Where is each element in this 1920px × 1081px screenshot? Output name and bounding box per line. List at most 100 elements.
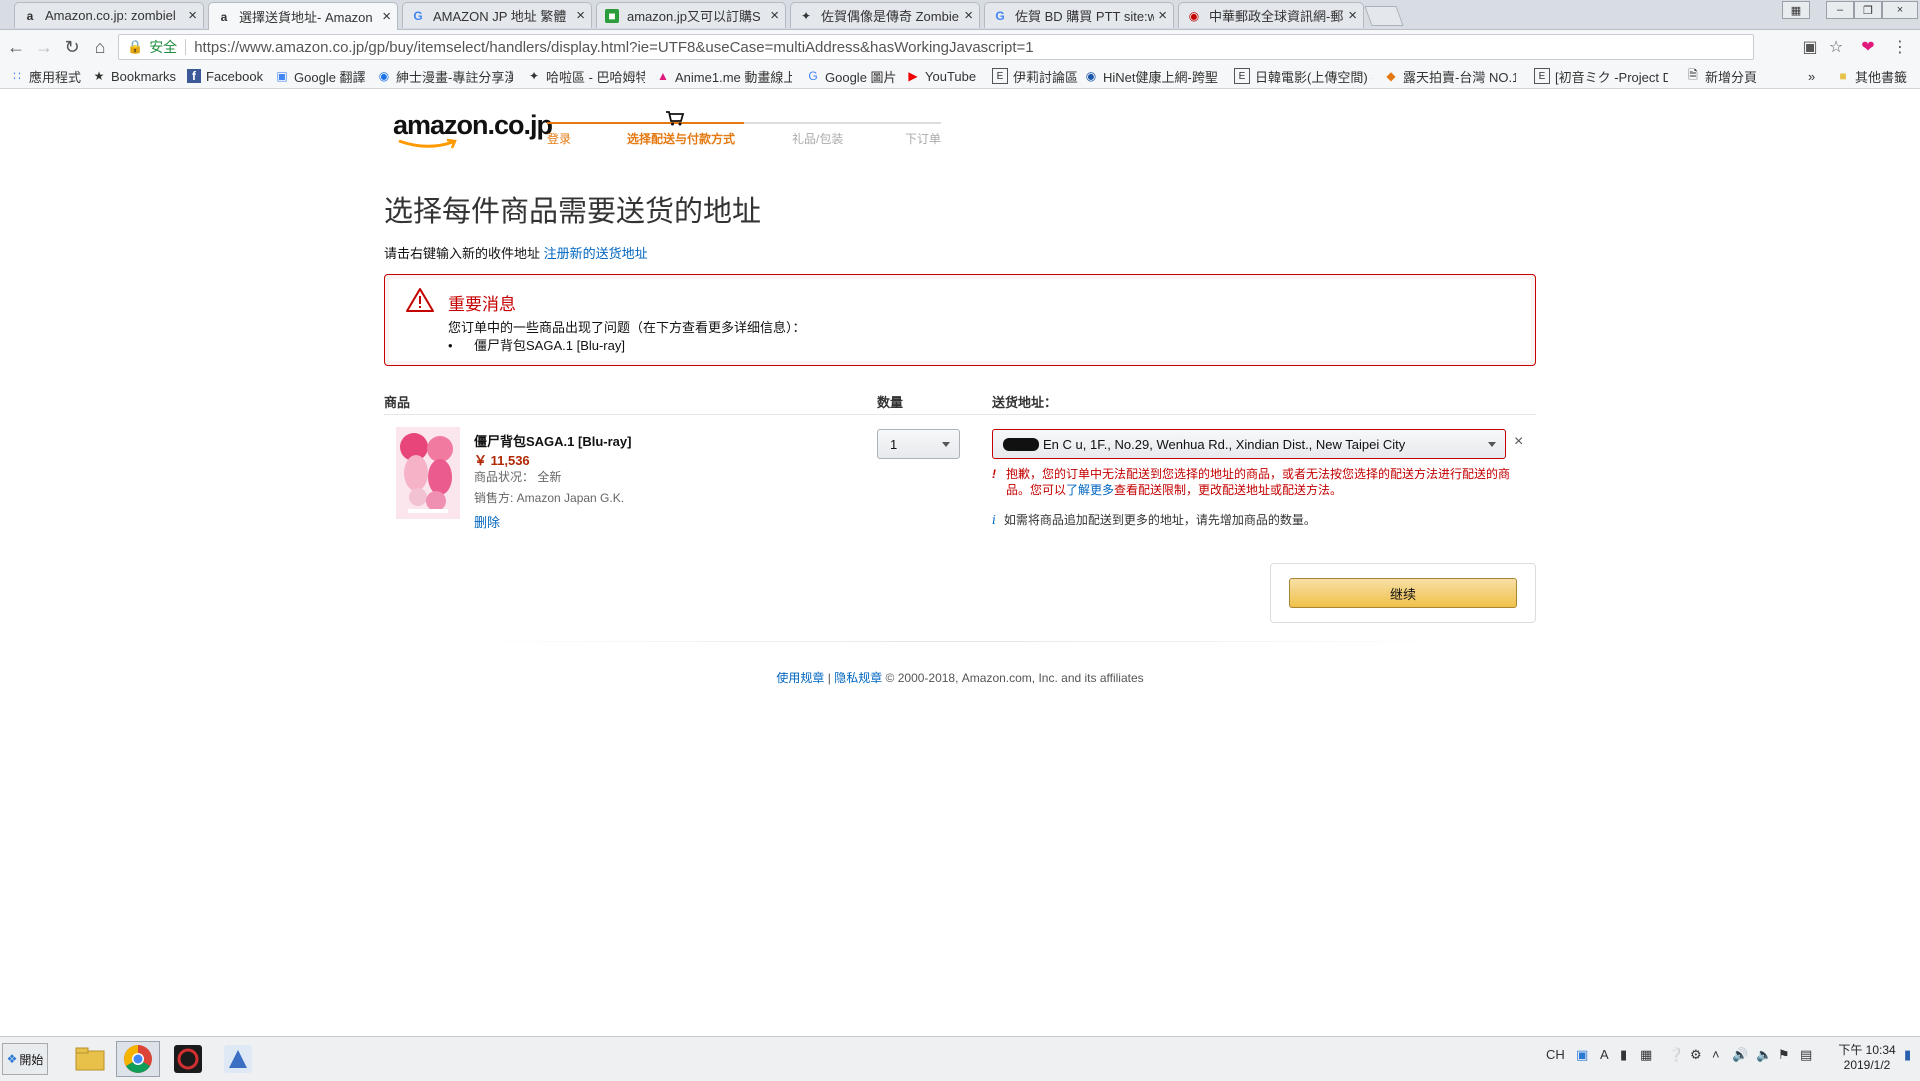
- other-bookmarks[interactable]: ■ 其他書籤: [1836, 67, 1916, 85]
- windows-logo-icon: ❖: [6, 1052, 18, 1066]
- product-image[interactable]: [396, 427, 460, 519]
- continue-button[interactable]: 继续: [1289, 578, 1517, 608]
- menu-icon[interactable]: ⋮: [1890, 37, 1910, 57]
- ime-mode-icon[interactable]: A: [1600, 1047, 1609, 1062]
- speaker-icon[interactable]: 🔈: [1756, 1047, 1772, 1063]
- cart-icon: [665, 110, 685, 131]
- bookmark-bookmarks[interactable]: ★ Bookmarks: [92, 67, 178, 85]
- close-icon[interactable]: ×: [576, 7, 585, 24]
- bookmarks-overflow-button[interactable]: »: [1808, 67, 1822, 85]
- product-condition: 商品状况： 全新: [474, 470, 562, 484]
- restore-button[interactable]: ❐: [1854, 1, 1882, 19]
- network-icon[interactable]: ▤: [1800, 1047, 1812, 1063]
- volume-icon[interactable]: 🔊: [1732, 1047, 1748, 1063]
- help-icon[interactable]: ❔: [1668, 1047, 1684, 1063]
- amazon-icon: a: [26, 8, 34, 23]
- tab-forum[interactable]: ■ amazon.jp又可以訂購S ×: [596, 2, 786, 28]
- chevron-down-icon: [942, 442, 950, 447]
- bookmark-movies[interactable]: E 日韓電影(上傳空間) -: [1234, 67, 1372, 85]
- profile-button[interactable]: ▦: [1782, 1, 1810, 19]
- terms-link[interactable]: 使用规章: [776, 671, 824, 685]
- back-icon[interactable]: ←: [4, 35, 28, 59]
- bookmark-project-diva[interactable]: E [初音ミク -Project DI: [1534, 67, 1668, 85]
- page-icon: 🗎: [1688, 67, 1698, 82]
- column-header-address: 送货地址：: [992, 395, 1058, 410]
- privacy-link[interactable]: 隐私规章: [834, 671, 882, 685]
- register-address-link[interactable]: 注册新的送货地址: [544, 246, 648, 261]
- ime-icon[interactable]: ▣: [1576, 1047, 1588, 1063]
- delete-item-link[interactable]: 删除: [474, 512, 500, 531]
- shipping-address-select[interactable]: En C u, 1F., No.29, Wenhua Rd., Xindian …: [992, 429, 1506, 459]
- amazon-icon: a: [220, 9, 228, 24]
- product-title[interactable]: 僵尸背包SAGA.1 [Blu-ray]: [474, 431, 631, 450]
- new-tab-button[interactable]: [1364, 6, 1404, 26]
- system-clock[interactable]: 下午 10:34 2019/1/2: [1836, 1043, 1898, 1073]
- close-icon[interactable]: ×: [964, 7, 973, 24]
- start-button[interactable]: ❖ 開始: [2, 1043, 48, 1075]
- bookmark-star-icon[interactable]: ☆: [1826, 37, 1846, 57]
- bookmark-youtube[interactable]: ▶ YouTube: [906, 67, 986, 85]
- tab-google-search[interactable]: G AMAZON JP 地址 繁體 ×: [402, 2, 592, 28]
- close-icon[interactable]: ×: [188, 7, 197, 24]
- tab-zombie[interactable]: ✦ 佐賀偶像是傳奇 Zombie ×: [790, 2, 980, 28]
- divider: [460, 641, 1460, 642]
- bookmark-eyny[interactable]: E 伊莉討論區: [992, 67, 1078, 85]
- tray-expand-icon[interactable]: ˄: [1712, 1047, 1720, 1062]
- bookmark-manga[interactable]: ◉ 紳士漫畫-專註分享漢: [377, 67, 513, 85]
- quantity-select[interactable]: 1: [877, 429, 960, 459]
- language-indicator[interactable]: CH: [1546, 1047, 1565, 1062]
- bookmark-ruten[interactable]: ◆ 露天拍賣-台灣 NO.1: [1384, 67, 1516, 85]
- keyboard-icon[interactable]: ▮: [1620, 1047, 1627, 1063]
- windows-taskbar: ❖ 開始 CH ▣ A ▮ ▦ ❔ ⚙ ˄ 🔊 🔈 ⚑ ▤ 下午 10:34 20…: [0, 1036, 1920, 1081]
- bookmark-hinet[interactable]: ◉ HiNet健康上網-跨聖: [1084, 67, 1220, 85]
- column-header-product: 商品: [384, 395, 411, 410]
- tab-google-ptt[interactable]: G 佐賀 BD 購買 PTT site:w ×: [984, 2, 1174, 28]
- youtube-icon: ▶: [908, 69, 918, 83]
- minimize-button[interactable]: –: [1826, 1, 1854, 19]
- reload-icon[interactable]: ↻: [60, 35, 84, 59]
- column-header-quantity: 数量: [877, 395, 904, 410]
- bookmark-google-translate[interactable]: ▣ Google 翻譯: [275, 67, 371, 85]
- window-close-button[interactable]: ×: [1882, 1, 1918, 19]
- tab-post[interactable]: ◉ 中華郵政全球資訊網-郵 ×: [1178, 2, 1364, 28]
- green-site-icon: ■: [605, 8, 619, 23]
- flag-icon[interactable]: ⚑: [1778, 1047, 1790, 1063]
- file-explorer-icon[interactable]: [68, 1041, 112, 1077]
- close-icon[interactable]: ×: [382, 8, 391, 25]
- tab-amazon-address[interactable]: a 選擇送貨地址- Amazon ×: [208, 2, 398, 30]
- step-place-order: 下订单: [905, 132, 942, 146]
- browser-tab-strip: a Amazon.co.jp: zombiel × a 選擇送貨地址- Amaz…: [0, 0, 1920, 30]
- hinet-icon: ◉: [1085, 69, 1097, 83]
- remove-address-icon[interactable]: ×: [1514, 433, 1523, 451]
- bookmark-anime1[interactable]: ▲ Anime1.me 動畫線上: [656, 67, 792, 85]
- translate-icon[interactable]: ▣: [1800, 37, 1820, 57]
- game-launcher-icon[interactable]: [166, 1041, 210, 1077]
- app-icon[interactable]: [216, 1041, 260, 1077]
- close-icon[interactable]: ×: [1158, 7, 1167, 24]
- footer: 使用规章 | 隐私规章 © 2000-2018, Amazon.com, Inc…: [776, 671, 1144, 685]
- show-desktop-button[interactable]: ▮: [1904, 1047, 1911, 1063]
- extension-icon[interactable]: ❤: [1858, 37, 1878, 57]
- chrome-icon[interactable]: [116, 1041, 160, 1077]
- home-icon[interactable]: ⌂: [88, 35, 112, 59]
- bookmark-google-images[interactable]: G Google 圖片: [806, 67, 896, 85]
- tray-app-icon[interactable]: ▦: [1640, 1047, 1652, 1063]
- amazon-logo[interactable]: amazon.co.jp: [393, 110, 553, 149]
- tab-amazon-search[interactable]: a Amazon.co.jp: zombiel ×: [14, 2, 204, 28]
- lock-icon: 🔒: [127, 39, 144, 54]
- learn-more-link[interactable]: 了解更多: [1066, 483, 1114, 497]
- close-icon[interactable]: ×: [770, 7, 779, 24]
- post-icon: ◉: [1188, 8, 1200, 23]
- alert-message: 您订单中的一些商品出现了问题（在下方查看更多详细信息）：: [448, 320, 806, 335]
- bookmark-apps[interactable]: ∷ 應用程式: [10, 67, 82, 85]
- step-shipping-payment: 选择配送与付款方式: [627, 132, 736, 146]
- tray-settings-icon[interactable]: ⚙: [1690, 1047, 1702, 1063]
- forward-icon[interactable]: →: [32, 35, 56, 59]
- url-text[interactable]: https://www.amazon.co.jp/gp/buy/itemsele…: [194, 39, 1033, 56]
- address-bar[interactable]: 🔒 安全 https://www.amazon.co.jp/gp/buy/ite…: [118, 34, 1754, 60]
- close-icon[interactable]: ×: [1348, 7, 1357, 24]
- bookmark-new-tab[interactable]: 🗎 新增分頁: [1686, 67, 1770, 85]
- alert-item: • 僵尸背包SAGA.1 [Blu-ray]: [448, 338, 625, 353]
- bookmark-facebook[interactable]: f Facebook: [187, 67, 267, 85]
- bookmark-bahamut[interactable]: ✦ 哈啦區 - 巴哈姆特: [527, 67, 645, 85]
